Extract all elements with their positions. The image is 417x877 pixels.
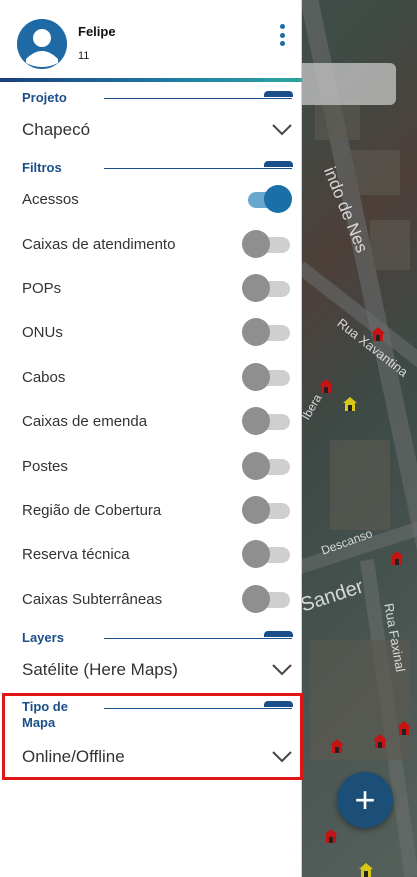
filter-row[interactable]: Postes [22,451,292,481]
map-block [330,440,390,530]
filter-row[interactable]: Caixas de emenda [22,406,292,436]
filter-label: Postes [22,457,68,475]
section-projeto-header: Projeto [0,89,302,109]
house-pin-icon[interactable] [358,862,374,877]
chevron-down-icon [272,124,292,136]
collapse-handle[interactable] [264,161,293,167]
collapse-handle[interactable] [264,631,293,637]
map-road [295,261,417,372]
map-block [345,150,400,195]
filter-label: Caixas Subterrâneas [22,590,163,608]
more-vert-icon[interactable] [276,24,288,46]
plus-icon: + [354,779,376,820]
street-label: Sander [298,575,367,617]
filter-label: Caixas de emenda [22,412,148,430]
person-icon [17,19,67,69]
filter-label: Reserva técnica [22,545,130,563]
map-block [315,100,360,140]
filter-toggle[interactable] [242,495,292,525]
filter-row[interactable]: Caixas Subterrâneas [22,584,292,614]
filter-row[interactable]: Reserva técnica [22,539,292,569]
house-pin-icon[interactable] [318,378,334,394]
filter-label: POPs [22,279,62,297]
house-pin-icon[interactable] [329,738,345,754]
select-value: Satélite (Here Maps) [22,660,178,679]
drawer-header: Felipe 11 [0,0,302,82]
house-pin-icon[interactable] [389,550,405,566]
house-pin-icon[interactable] [342,396,358,412]
section-divider [104,168,292,169]
section-title: Projeto [22,90,67,105]
filter-toggle[interactable] [242,406,292,436]
filter-toggle[interactable] [242,184,292,214]
add-button[interactable]: + [337,772,393,828]
header-divider [0,78,302,82]
user-subtitle: 11 [78,50,90,62]
house-pin-icon[interactable] [323,828,339,844]
user-name: Felipe [78,24,116,39]
filter-toggle[interactable] [242,229,292,259]
filter-label: Acessos [22,190,79,208]
street-label: Ibera [298,391,325,423]
section-title: Filtros [22,160,62,175]
filter-label: Região de Cobertura [22,501,162,519]
filter-toggle[interactable] [242,539,292,569]
filter-label: Cabos [22,368,66,386]
filter-toggle[interactable] [242,584,292,614]
select-value: Chapecó [22,120,91,139]
filter-row[interactable]: Região de Cobertura [22,495,292,525]
map-block [370,220,410,270]
house-pin-icon[interactable] [372,733,388,749]
filter-toggle[interactable] [242,273,292,303]
map-search-bar[interactable] [290,63,396,105]
highlight-box [2,693,303,780]
section-title: Layers [22,630,64,645]
section-divider [104,638,292,639]
house-pin-icon[interactable] [396,720,412,736]
filter-row[interactable]: POPs [22,273,292,303]
filter-toggle[interactable] [242,317,292,347]
house-pin-icon[interactable] [370,326,386,342]
filter-row[interactable]: Acessos [22,184,292,214]
filter-row[interactable]: Caixas de atendimento [22,229,292,259]
filter-label: ONUs [22,323,63,341]
filter-label: Caixas de atendimento [22,235,176,253]
section-filtros-header: Filtros [0,159,302,179]
section-layers-header: Layers [0,629,302,649]
filter-row[interactable]: Cabos [22,362,292,392]
chevron-down-icon [272,664,292,676]
filter-row[interactable]: ONUs [22,317,292,347]
filter-toggle[interactable] [242,362,292,392]
projeto-select[interactable]: Chapecó [22,113,292,147]
section-divider [104,98,292,99]
layers-select[interactable]: Satélite (Here Maps) [22,653,292,687]
collapse-handle[interactable] [264,91,293,97]
filter-toggle[interactable] [242,451,292,481]
